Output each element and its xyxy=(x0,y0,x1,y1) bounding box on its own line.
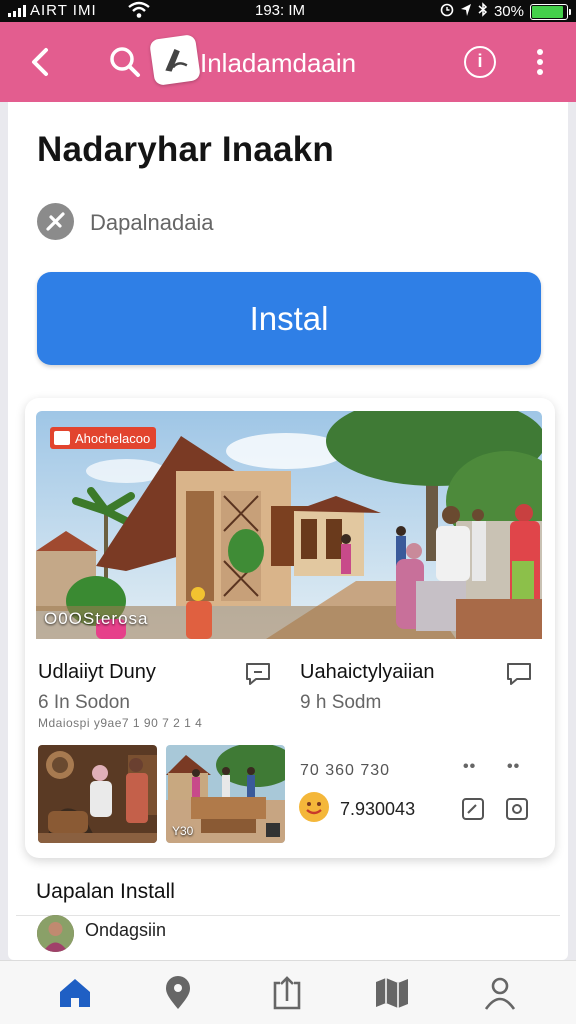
status-bar: AIRT IMI 193: IM 30% xyxy=(0,0,576,22)
signal-icon xyxy=(8,5,26,17)
hero-image[interactable]: Ahochelacoo O0OSterosa xyxy=(36,411,542,639)
info-icon[interactable]: i xyxy=(464,46,496,78)
install-button[interactable]: Instal xyxy=(37,272,541,365)
location-icon[interactable] xyxy=(158,973,198,1013)
share-icon[interactable] xyxy=(267,973,307,1013)
carrier-label: AIRT IMI xyxy=(30,2,97,19)
alarm-icon xyxy=(440,3,454,21)
bottom-nav xyxy=(0,960,576,1024)
home-icon[interactable] xyxy=(55,973,95,1013)
app-logo-icon xyxy=(149,34,201,86)
right-item-subtitle: 9 h Sodm xyxy=(300,692,382,713)
edit-icon[interactable] xyxy=(462,798,484,820)
more-vert-icon[interactable] xyxy=(530,44,550,80)
bluetooth-icon xyxy=(478,2,488,21)
camera-icon[interactable] xyxy=(506,798,528,820)
thumbnail-2-label: Y30 xyxy=(172,824,194,838)
reviewer-name[interactable]: Ondagsiin xyxy=(85,920,166,941)
emoji-icon xyxy=(299,792,329,822)
wifi-icon xyxy=(128,1,150,24)
more-dots-icon-2[interactable]: •• xyxy=(507,758,520,776)
left-item-meta: Mdaiospi y9ae7 1 90 7 2 1 4 xyxy=(38,716,203,730)
developer-icon xyxy=(37,203,74,240)
more-dots-icon[interactable]: •• xyxy=(463,758,476,776)
app-bar-title: Inladamdaain xyxy=(200,48,357,78)
back-arrow-icon[interactable] xyxy=(22,40,62,84)
rating-value: 7.930043 xyxy=(340,799,416,819)
app-bar: Inladamdaain i xyxy=(0,22,576,102)
divider xyxy=(16,915,560,916)
content-card[interactable]: Ahochelacoo O0OSterosa Udlaiiyt Duny 6 I… xyxy=(25,398,555,858)
comment-icon[interactable] xyxy=(244,661,272,687)
developer-name[interactable]: Dapalnadaia xyxy=(90,210,214,236)
thumbnail-1[interactable] xyxy=(38,745,157,843)
app-name: Nadaryhar Inaakn xyxy=(37,130,334,169)
comment-outline-icon[interactable] xyxy=(505,661,533,687)
search-icon[interactable] xyxy=(105,42,145,82)
badge-logo-icon xyxy=(54,431,70,445)
avatar[interactable] xyxy=(37,915,74,952)
left-item-subtitle: 6 In Sodon xyxy=(38,692,130,713)
app-detail-sheet: Nadaryhar Inaakn Dapalnadaia Instal Ahoc… xyxy=(8,102,568,960)
hero-badge-label: Ahochelacoo xyxy=(75,430,151,446)
install-section-title: Uapalan Install xyxy=(36,880,175,903)
stats-row: 70 360 730 xyxy=(300,762,391,779)
battery-percent: 30% xyxy=(493,3,524,20)
clock-time: 193: IM xyxy=(255,2,306,19)
left-item-title[interactable]: Udlaiiyt Duny xyxy=(38,661,156,684)
right-item-title[interactable]: Uahaictylyaiian xyxy=(300,661,435,684)
thumbnail-2[interactable]: Y30 xyxy=(166,745,285,843)
location-arrow-icon xyxy=(460,3,472,21)
profile-icon[interactable] xyxy=(480,973,520,1013)
map-icon[interactable] xyxy=(372,973,412,1013)
hero-badge: Ahochelacoo xyxy=(50,427,157,449)
hero-caption: O0OSterosa xyxy=(44,609,149,628)
battery-icon xyxy=(530,3,571,20)
